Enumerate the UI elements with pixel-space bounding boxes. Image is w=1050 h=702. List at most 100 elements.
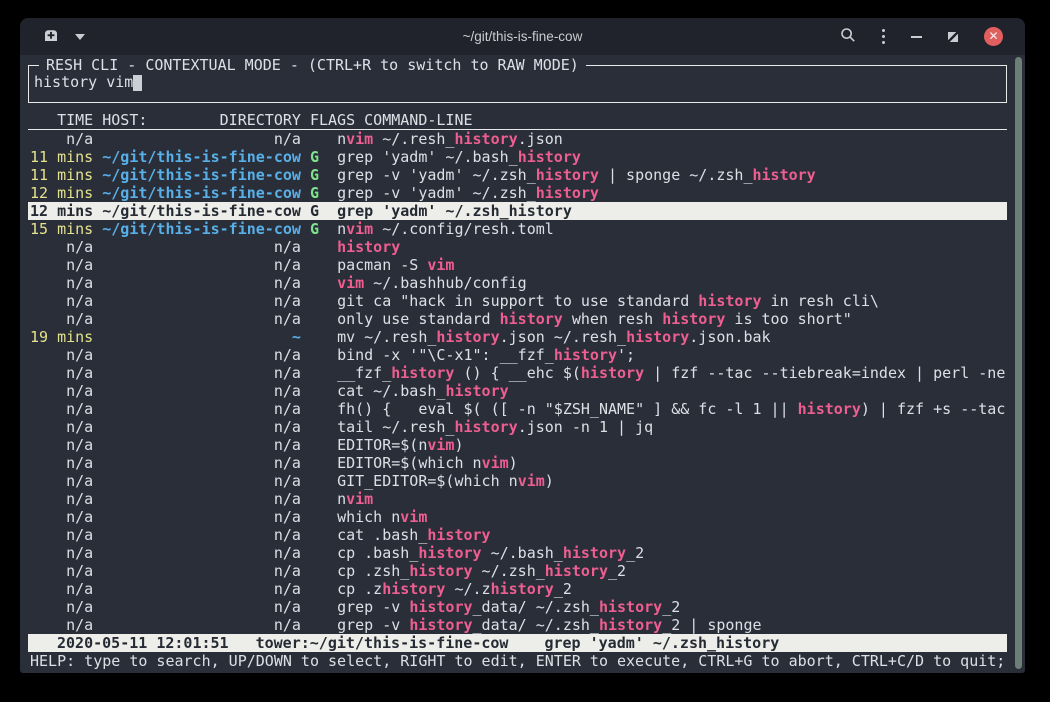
history-row[interactable]: n/a n/a EDITOR=$(nvim) xyxy=(28,436,1007,454)
screenshot-stage: ~/git/this-is-fine-cow xyxy=(0,0,1050,702)
row-time: n/a xyxy=(30,526,93,544)
row-flags xyxy=(310,526,319,544)
match-highlight: history xyxy=(626,328,689,346)
history-row[interactable]: n/a n/a grep -v history_data/ ~/.zsh_his… xyxy=(28,598,1007,616)
row-time: 19 mins xyxy=(30,328,93,346)
match-highlight: history xyxy=(427,526,490,544)
tab-dropdown-button[interactable] xyxy=(75,34,85,40)
match-highlight: history xyxy=(798,400,861,418)
history-row[interactable]: n/a n/a grep -v history_data/ ~/.zsh_his… xyxy=(28,616,1007,634)
history-row[interactable]: n/a n/a nvim ~/.resh_history.json xyxy=(28,130,1007,148)
status-command: grep 'yadm' ~/.zsh_history xyxy=(544,634,779,652)
row-flags xyxy=(310,544,319,562)
row-directory: n/a xyxy=(102,544,301,562)
row-flags xyxy=(310,400,319,418)
row-directory: n/a xyxy=(102,490,301,508)
text-cursor xyxy=(133,75,142,91)
scrollbar-thumb[interactable] xyxy=(1015,57,1022,669)
history-row[interactable]: n/a n/a EDITOR=$(which nvim) xyxy=(28,454,1007,472)
close-icon: ✕ xyxy=(984,27,1003,46)
row-flags xyxy=(310,508,319,526)
history-rows: n/a n/a nvim ~/.resh_history.json11 mins… xyxy=(28,130,1007,634)
new-tab-icon xyxy=(42,26,60,47)
history-row[interactable]: n/a n/a history xyxy=(28,238,1007,256)
row-directory: n/a xyxy=(102,310,301,328)
row-command: git ca "hack in support to use standard … xyxy=(337,292,879,310)
row-flags xyxy=(310,616,319,634)
row-command: mv ~/.resh_history.json ~/.resh_history.… xyxy=(337,328,771,346)
row-command: vim ~/.bashhub/config xyxy=(337,274,527,292)
history-row[interactable]: n/a n/a cat ~/.bash_history xyxy=(28,382,1007,400)
row-directory: n/a xyxy=(102,238,301,256)
history-row[interactable]: n/a n/a cat .bash_history xyxy=(28,526,1007,544)
row-flags xyxy=(310,256,319,274)
row-time: n/a xyxy=(30,310,93,328)
row-directory: n/a xyxy=(102,562,301,580)
row-time: 12 mins xyxy=(30,184,93,202)
restore-button[interactable] xyxy=(948,32,958,42)
row-directory: ~/git/this-is-fine-cow xyxy=(102,148,301,166)
row-directory: n/a xyxy=(102,472,301,490)
minimize-button[interactable] xyxy=(911,36,922,38)
history-row[interactable]: n/a n/a __fzf_history () { __ehc $(histo… xyxy=(28,364,1007,382)
row-flags xyxy=(310,598,319,616)
row-command: bind -x '"\C-x1": __fzf_history'; xyxy=(337,346,635,364)
row-flags xyxy=(310,238,319,256)
history-row[interactable]: n/a n/a only use standard history when r… xyxy=(28,310,1007,328)
history-row[interactable]: n/a n/a cp .zhistory ~/.zhistory_2 xyxy=(28,580,1007,598)
history-row[interactable]: n/a n/a cp .bash_history ~/.bash_history… xyxy=(28,544,1007,562)
history-row[interactable]: n/a n/a which nvim xyxy=(28,508,1007,526)
match-highlight: history xyxy=(554,346,617,364)
history-row[interactable]: n/a n/a vim ~/.bashhub/config xyxy=(28,274,1007,292)
history-row[interactable]: 11 mins ~/git/this-is-fine-cow G grep 'y… xyxy=(28,148,1007,166)
row-command: grep -v history_data/ ~/.zsh_history_2 xyxy=(337,598,680,616)
row-directory: ~/git/this-is-fine-cow xyxy=(102,220,301,238)
row-command: cp .zhistory ~/.zhistory_2 xyxy=(337,580,572,598)
row-time: n/a xyxy=(30,544,93,562)
history-row[interactable]: 12 mins ~/git/this-is-fine-cow G grep -v… xyxy=(28,184,1007,202)
row-time: n/a xyxy=(30,364,93,382)
match-highlight: history xyxy=(409,598,472,616)
match-highlight: history xyxy=(409,616,472,634)
row-time: n/a xyxy=(30,472,93,490)
match-highlight: history xyxy=(391,364,454,382)
search-button[interactable] xyxy=(840,27,856,46)
match-highlight: history xyxy=(418,544,481,562)
new-tab-button[interactable] xyxy=(42,26,60,47)
row-time: n/a xyxy=(30,292,93,310)
row-flags xyxy=(310,346,319,364)
history-row[interactable]: 19 mins ~ mv ~/.resh_history.json ~/.res… xyxy=(28,328,1007,346)
close-button[interactable]: ✕ xyxy=(984,27,1003,46)
history-row[interactable]: 12 mins ~/git/this-is-fine-cow G grep 'y… xyxy=(28,202,1007,220)
history-row[interactable]: 11 mins ~/git/this-is-fine-cow G grep -v… xyxy=(28,166,1007,184)
row-time: n/a xyxy=(30,490,93,508)
row-time: n/a xyxy=(30,346,93,364)
match-highlight: history xyxy=(500,310,563,328)
history-row[interactable]: n/a n/a GIT_EDITOR=$(which nvim) xyxy=(28,472,1007,490)
row-command: EDITOR=$(nvim) xyxy=(337,436,463,454)
match-highlight: vim xyxy=(427,436,454,454)
history-row[interactable]: 15 mins ~/git/this-is-fine-cow G nvim ~/… xyxy=(28,220,1007,238)
row-flags xyxy=(310,274,319,292)
row-command: GIT_EDITOR=$(which nvim) xyxy=(337,472,554,490)
resh-search-box: RESH CLI - CONTEXTUAL MODE - (CTRL+R to … xyxy=(28,65,1007,103)
history-row[interactable]: n/a n/a git ca "hack in support to use s… xyxy=(28,292,1007,310)
match-highlight: history xyxy=(409,562,472,580)
row-command: grep -v 'yadm' ~/.zsh_history | sponge ~… xyxy=(337,166,816,184)
history-row[interactable]: n/a n/a nvim xyxy=(28,490,1007,508)
minimize-icon xyxy=(911,36,922,38)
row-time: n/a xyxy=(30,400,93,418)
match-highlight: history xyxy=(599,616,662,634)
history-row[interactable]: n/a n/a pacman -S vim xyxy=(28,256,1007,274)
history-row[interactable]: n/a n/a fh() { eval $( ([ -n "$ZSH_NAME"… xyxy=(28,400,1007,418)
history-row[interactable]: n/a n/a cp .zsh_history ~/.zsh_history_2 xyxy=(28,562,1007,580)
match-highlight: history xyxy=(454,130,517,148)
row-time: n/a xyxy=(30,616,93,634)
row-directory: n/a xyxy=(102,508,301,526)
history-row[interactable]: n/a n/a tail ~/.resh_history.json -n 1 |… xyxy=(28,418,1007,436)
row-time: n/a xyxy=(30,238,93,256)
history-row[interactable]: n/a n/a bind -x '"\C-x1": __fzf_history'… xyxy=(28,346,1007,364)
row-directory: n/a xyxy=(102,616,301,634)
kebab-menu-icon xyxy=(882,29,886,45)
menu-button[interactable] xyxy=(882,29,886,45)
